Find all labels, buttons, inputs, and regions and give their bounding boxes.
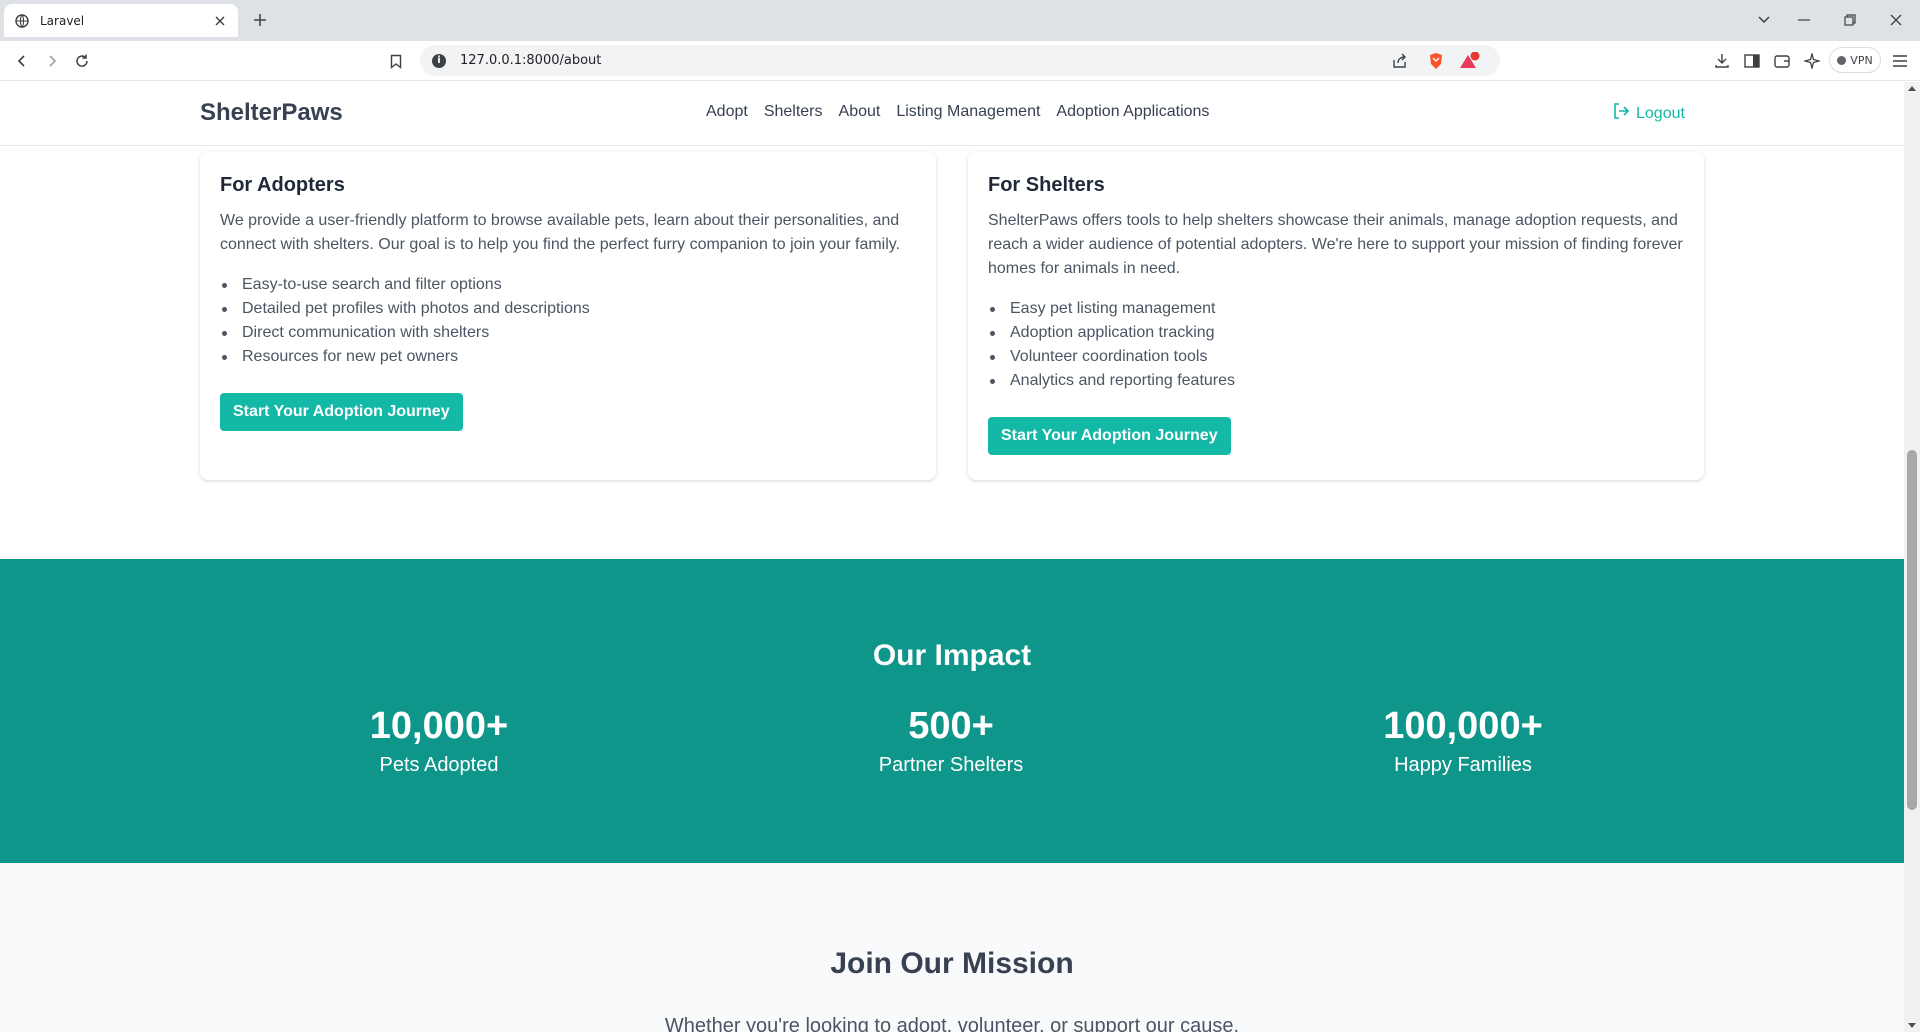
page-scrollbar[interactable] bbox=[1904, 82, 1920, 1032]
stat-partner-shelters: 500+ Partner Shelters bbox=[751, 704, 1151, 777]
url-text: 127.0.0.1:8000/about bbox=[460, 53, 602, 68]
bookmark-icon[interactable] bbox=[384, 49, 408, 73]
sidebar-toggle-icon[interactable] bbox=[1740, 49, 1764, 73]
list-item: Direct communication with shelters bbox=[220, 321, 916, 345]
new-tab-icon[interactable] bbox=[248, 8, 272, 32]
site-navbar: ShelterPaws Adopt Shelters About Listing… bbox=[0, 82, 1904, 146]
brave-shield-icon[interactable] bbox=[1424, 49, 1448, 73]
page-viewport: ShelterPaws Adopt Shelters About Listing… bbox=[0, 82, 1904, 1032]
shelters-adoption-button[interactable]: Start Your Adoption Journey bbox=[988, 417, 1231, 455]
mission-section: Join Our Mission Whether you're looking … bbox=[0, 863, 1904, 1032]
list-item: Detailed pet profiles with photos and de… bbox=[220, 297, 916, 321]
shelters-card: For Shelters ShelterPaws offers tools to… bbox=[968, 152, 1704, 480]
adopters-description: We provide a user-friendly platform to b… bbox=[220, 212, 901, 253]
vpn-status-icon bbox=[1837, 55, 1847, 65]
stat-value: 500+ bbox=[908, 705, 994, 747]
start-adoption-button[interactable]: Start Your Adoption Journey bbox=[220, 393, 463, 431]
nav-link-adopt[interactable]: Adopt bbox=[706, 103, 748, 121]
mission-title: Join Our Mission bbox=[830, 947, 1074, 980]
close-window-icon[interactable] bbox=[1878, 6, 1914, 34]
impact-title: Our Impact bbox=[872, 639, 1032, 672]
site-info-icon[interactable]: i bbox=[432, 53, 446, 68]
stat-value: 10,000+ bbox=[369, 705, 509, 747]
downloads-icon[interactable] bbox=[1710, 49, 1734, 73]
stat-label: Partner Shelters bbox=[878, 754, 1024, 776]
back-icon[interactable] bbox=[10, 49, 34, 73]
site-brand[interactable]: ShelterPaws bbox=[200, 99, 343, 127]
nav-link-shelters[interactable]: Shelters bbox=[764, 103, 823, 121]
tab-title: Laravel bbox=[40, 13, 85, 28]
restore-icon[interactable] bbox=[1832, 6, 1868, 34]
globe-icon bbox=[14, 13, 30, 29]
list-item: Easy-to-use search and filter options bbox=[220, 273, 916, 297]
stat-label: Pets Adopted bbox=[379, 754, 499, 776]
wallet-icon[interactable] bbox=[1770, 49, 1794, 73]
forward-icon[interactable] bbox=[40, 49, 64, 73]
main-nav: Adopt Shelters About Listing Management … bbox=[706, 103, 1209, 121]
tab-search-chevron-icon[interactable] bbox=[1746, 6, 1782, 34]
logout-button[interactable]: Logout bbox=[1612, 102, 1685, 125]
list-item: Resources for new pet owners bbox=[220, 345, 916, 369]
logout-icon bbox=[1612, 102, 1630, 125]
adopters-feature-list: Easy-to-use search and filter options De… bbox=[220, 273, 916, 369]
list-item: Easy pet listing management bbox=[988, 297, 1684, 321]
scroll-up-arrow-icon[interactable] bbox=[1908, 86, 1916, 91]
browser-tab-strip: Laravel bbox=[0, 0, 1920, 41]
share-icon[interactable] bbox=[1388, 49, 1412, 73]
leo-ai-icon[interactable] bbox=[1800, 49, 1824, 73]
stat-happy-families: 100,000+ Happy Families bbox=[1263, 704, 1663, 777]
adopters-title: For Adopters bbox=[220, 174, 345, 196]
list-item: Volunteer coordination tools bbox=[988, 345, 1684, 369]
shelters-title: For Shelters bbox=[988, 174, 1105, 196]
logout-label: Logout bbox=[1636, 104, 1685, 122]
nav-link-about[interactable]: About bbox=[839, 103, 881, 121]
mission-text: Whether you're looking to adopt, volunte… bbox=[664, 1015, 1240, 1032]
stat-pets-adopted: 10,000+ Pets Adopted bbox=[239, 704, 639, 777]
nav-link-adoption-applications[interactable]: Adoption Applications bbox=[1056, 103, 1209, 121]
browser-toolbar: i 127.0.0.1:8000/about VPN bbox=[0, 41, 1920, 81]
vpn-label: VPN bbox=[1850, 53, 1873, 67]
address-bar[interactable]: i 127.0.0.1:8000/about bbox=[420, 45, 1500, 76]
shelters-feature-list: Easy pet listing management Adoption app… bbox=[988, 297, 1684, 393]
scrollbar-thumb[interactable] bbox=[1907, 450, 1917, 810]
scroll-down-arrow-icon[interactable] bbox=[1908, 1023, 1916, 1028]
brave-rewards-icon[interactable] bbox=[1458, 49, 1482, 73]
list-item: Adoption application tracking bbox=[988, 321, 1684, 345]
impact-section: Our Impact 10,000+ Pets Adopted 500+ Par… bbox=[0, 559, 1904, 863]
close-tab-icon[interactable] bbox=[212, 13, 228, 29]
browser-tab[interactable]: Laravel bbox=[4, 4, 238, 37]
reload-icon[interactable] bbox=[70, 49, 94, 73]
adopters-card: For Adopters We provide a user-friendly … bbox=[200, 152, 936, 480]
vpn-button[interactable]: VPN bbox=[1829, 47, 1881, 73]
list-item: Analytics and reporting features bbox=[988, 369, 1684, 393]
stat-value: 100,000+ bbox=[1383, 705, 1543, 747]
nav-link-listing-management[interactable]: Listing Management bbox=[896, 103, 1040, 121]
stat-label: Happy Families bbox=[1394, 754, 1532, 776]
shelters-description: ShelterPaws offers tools to help shelter… bbox=[988, 212, 1683, 277]
menu-icon[interactable] bbox=[1888, 49, 1912, 73]
minimize-icon[interactable] bbox=[1786, 6, 1822, 34]
